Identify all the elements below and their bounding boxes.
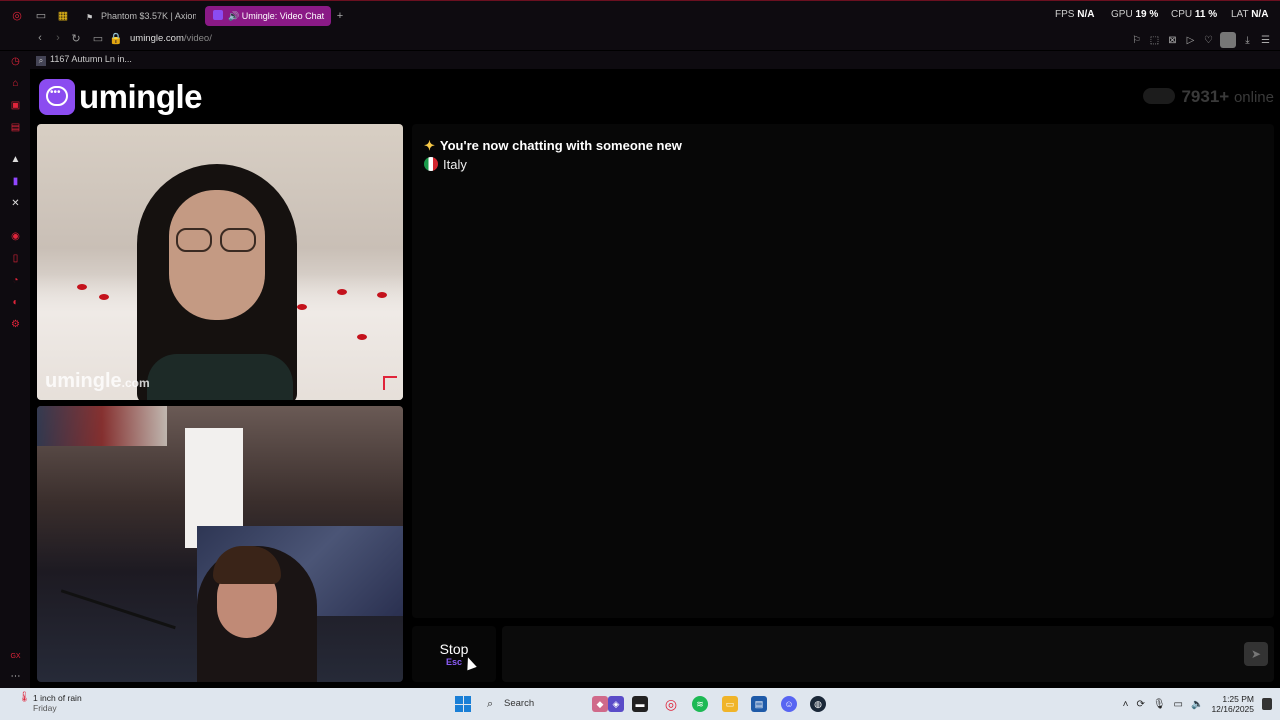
grid-app-icon[interactable]: ▦ (56, 9, 70, 23)
tab-phantom[interactable]: ⚑ Phantom $3.57K | Axiom (78, 6, 196, 26)
camera-icon[interactable]: ▭ (91, 32, 105, 45)
address-bar: ‹ › ↻ ▭ 🔒 umingle.com/video/ ⚐ ⬚ ⊠ ▷ ♡ ⤓… (0, 30, 1280, 50)
stranger-video: umingle.com (37, 124, 403, 400)
browser-tab-bar: ◎ ▭ ▦ ⚑ Phantom $3.57K | Axiom 🔊 Umingle:… (0, 0, 1280, 30)
widget-app-icon[interactable]: ◆ (592, 696, 608, 712)
steam-icon[interactable]: ◍ (810, 696, 826, 712)
chat-panel: ✦ You're now chatting with someone new It… (412, 124, 1274, 618)
shield-icon[interactable]: ⊠ (1166, 34, 1179, 47)
purple-app-icon[interactable]: ◈ (608, 696, 624, 712)
gpu-stat: GPU 19 % (1111, 9, 1159, 20)
tab-umingle[interactable]: 🔊 Umingle: Video Chat (205, 6, 331, 26)
gx-control-icon[interactable]: ◷ (10, 56, 21, 67)
file-explorer-icon[interactable]: ▭ (722, 696, 738, 712)
stop-label: Stop (439, 641, 469, 657)
sync-icon[interactable]: ⟳ (1136, 699, 1144, 710)
message-input[interactable]: ➤ (502, 626, 1274, 682)
microphone-icon[interactable]: 🎙 (1153, 699, 1166, 710)
browser-sidebar: ◷ ⌂ ▣ ▤ ▲ ▮ ✕ ◉ ▯ ◔ ◐ ⚙ GX ⋯ (0, 51, 30, 688)
tab-manager-icon[interactable]: ▭ (34, 9, 48, 23)
system-tray: ˄ ⟳ 🎙 ▭ 🔈 1:25 PM 12/16/2025 (1123, 692, 1272, 716)
send-icon[interactable]: ➤ (1244, 642, 1268, 666)
phantom-favicon-icon: ⚑ (86, 13, 94, 22)
opera-logo-icon[interactable]: ◎ (10, 9, 24, 23)
terminal-icon[interactable]: ▬ (632, 696, 648, 712)
back-icon[interactable]: ‹ (33, 32, 47, 44)
more-icon[interactable]: ⋯ (10, 671, 21, 682)
gx-mods-icon[interactable]: GX (10, 651, 21, 662)
italy-flag-icon (424, 157, 438, 171)
cpu-stat: CPU 11 % (1171, 9, 1218, 20)
stop-shortcut: Esc (445, 657, 462, 667)
extensions-icon[interactable]: ◐ (10, 297, 21, 308)
self-video (37, 406, 403, 682)
online-counter: 7931+ online (1143, 87, 1274, 107)
twitch-icon[interactable]: ▮ (10, 176, 21, 187)
search-icon: ⌕ (487, 698, 494, 710)
url-path: /video/ (183, 33, 212, 44)
sparkles-icon: ✦ (424, 138, 435, 153)
bookmark-item[interactable]: ⌕ 1167 Autumn Ln in... (36, 54, 132, 66)
tab-label: Umingle: Video Chat (241, 11, 325, 21)
gx-tv-icon[interactable]: ▣ (10, 100, 21, 111)
toolbar-icons: ⚐ ⬚ ⊠ ▷ ♡ ⤓ ☰ (1130, 32, 1272, 48)
reload-icon[interactable]: ↻ (69, 32, 83, 45)
heart-icon[interactable]: ♡ (1202, 34, 1215, 47)
stranger-shirt (147, 354, 293, 400)
snapshot-icon[interactable]: ⬚ (1148, 34, 1161, 47)
settings-icon[interactable]: ⚙ (10, 319, 21, 330)
stranger-country: Italy (424, 157, 467, 172)
fps-stat: FPS N/A (1055, 9, 1095, 20)
history-icon[interactable]: ◔ (10, 275, 21, 286)
menu-icon[interactable]: ☰ (1259, 34, 1272, 47)
player-icon[interactable]: ◉ (10, 231, 21, 242)
url-host: umingle.com (130, 33, 184, 44)
umingle-watermark: umingle.com (45, 370, 150, 392)
player-icon[interactable]: ▷ (1184, 34, 1197, 47)
volume-icon[interactable]: 🔈 (1191, 699, 1203, 710)
discord-icon[interactable]: ☺ (781, 696, 797, 712)
lat-stat: LAT N/A (1231, 9, 1269, 20)
news-icon[interactable]: ▤ (10, 122, 21, 133)
theme-toggle[interactable] (1143, 88, 1176, 104)
notification-icon[interactable] (1262, 698, 1272, 710)
x-icon[interactable]: ✕ (10, 198, 21, 209)
speaker-icon: 🔊 (228, 11, 242, 21)
rain-icon: 🌡 (18, 692, 31, 703)
network-icon[interactable]: ▭ (1174, 699, 1183, 710)
umingle-logo-icon[interactable] (39, 79, 75, 115)
forward-icon[interactable]: › (51, 32, 65, 44)
download-icon[interactable]: ⤓ (1241, 34, 1254, 47)
chevron-up-icon[interactable]: ˄ (1123, 699, 1129, 710)
system-message: ✦ You're now chatting with someone new (424, 138, 682, 153)
wall-flag (37, 406, 167, 446)
bookmarks-icon[interactable]: ▯ (10, 253, 21, 264)
avatar[interactable] (1220, 32, 1236, 48)
stop-button[interactable]: Stop Esc (412, 626, 496, 682)
lock-icon: 🔒 (109, 33, 123, 45)
search-icon: ⌕ (36, 56, 46, 66)
new-tab-plus-icon[interactable]: + (333, 9, 347, 23)
store-icon[interactable]: ▤ (751, 696, 767, 712)
report-flag-icon[interactable] (383, 376, 397, 390)
mic-arm (38, 589, 176, 682)
opera-taskbar-icon[interactable]: ◎ (663, 696, 679, 712)
tab-label: Phantom $3.57K | Axiom (101, 11, 196, 21)
axiom-icon[interactable]: ▲ (10, 154, 21, 165)
weather-widget[interactable]: 🌡 1 inch of rain Friday (18, 692, 82, 714)
taskbar-search[interactable]: ⌕ Search (480, 694, 590, 714)
umingle-page: umingle 7931+ online umingle.com ✦You're… (30, 70, 1280, 688)
url-field[interactable]: umingle.com/video/ (130, 33, 212, 44)
windows-taskbar: 🌡 1 inch of rain Friday ⌕ Search ◆ ◈ ▬ ◎ … (0, 688, 1280, 720)
umingle-favicon-icon (213, 10, 223, 20)
bookmarks-bar: ⌕ 1167 Autumn Ln in... (30, 51, 1280, 69)
spotify-icon[interactable]: ≋ (692, 696, 708, 712)
clock[interactable]: 1:25 PM 12/16/2025 (1211, 694, 1254, 714)
logo-text[interactable]: umingle (79, 78, 203, 116)
stranger-face (169, 190, 265, 320)
bookmark-icon[interactable]: ⚐ (1130, 34, 1143, 47)
glasses (176, 228, 258, 252)
gx-corner-icon[interactable]: ⌂ (10, 78, 21, 89)
windows-start-icon[interactable] (455, 696, 471, 712)
